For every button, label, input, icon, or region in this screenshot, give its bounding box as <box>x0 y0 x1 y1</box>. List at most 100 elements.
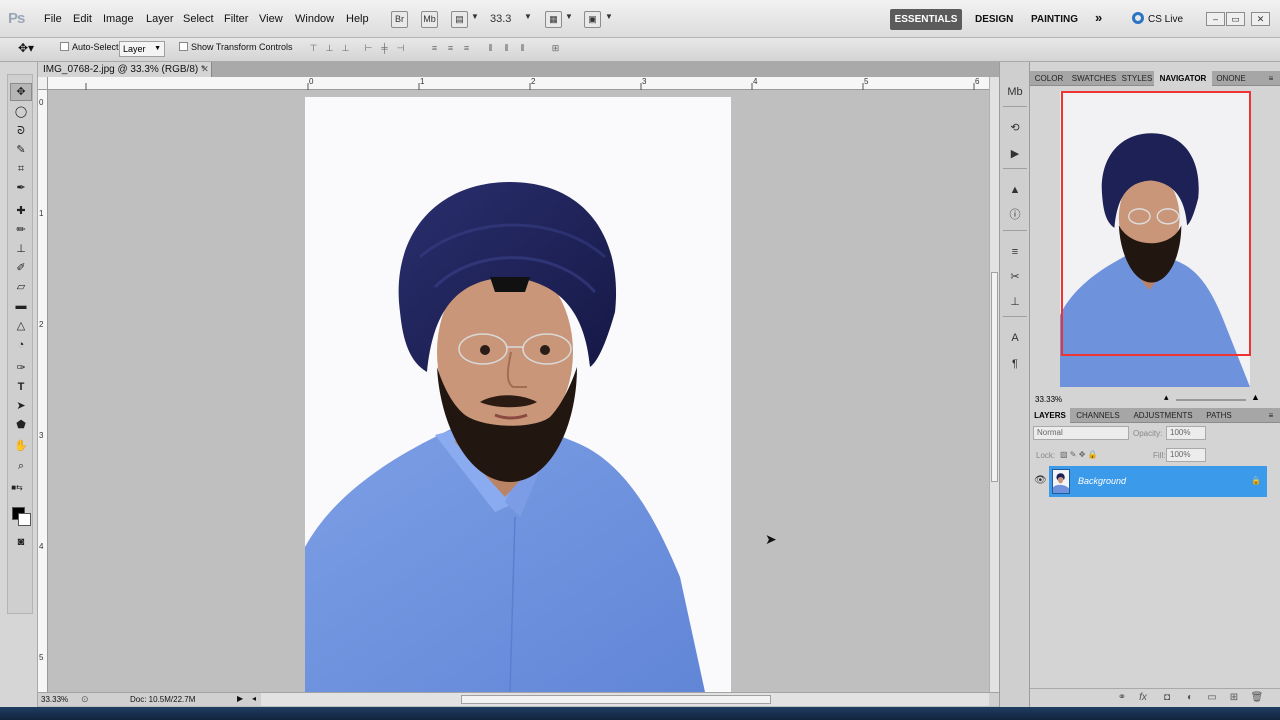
vertical-scrollbar[interactable] <box>989 77 999 692</box>
menu-view[interactable]: View <box>259 13 283 25</box>
status-menu-arrow-icon[interactable]: ▶ <box>237 694 243 703</box>
zoom-out-icon[interactable]: ▴ <box>1164 392 1169 403</box>
lock-icons[interactable]: ▨ ✎ ✥ 🔒 <box>1060 450 1098 459</box>
healing-brush-icon[interactable]: ✚ <box>14 204 28 218</box>
gradient-tool-icon[interactable]: ▬ <box>14 299 28 313</box>
new-group-icon[interactable]: ▭ <box>1205 692 1219 704</box>
clone-source-icon[interactable]: ⊥ <box>1006 294 1024 310</box>
paragraph-icon[interactable]: ¶ <box>1006 356 1024 372</box>
tab-layers[interactable]: LAYERS <box>1030 408 1070 423</box>
status-options-icon[interactable]: ⊙ <box>81 694 89 705</box>
shape-tool-icon[interactable]: ⬟ <box>14 418 28 432</box>
pen-tool-icon[interactable]: ✑ <box>14 361 28 375</box>
character-icon[interactable]: A <box>1006 330 1024 346</box>
history-icon[interactable]: ⟲ <box>1006 120 1024 136</box>
arrange-documents-icon[interactable]: ▦ <box>545 11 562 28</box>
adjustment-layer-icon[interactable]: ◐ <box>1183 692 1197 704</box>
auto-align-icon[interactable]: ⊞ <box>549 43 562 54</box>
image-canvas[interactable] <box>305 97 731 692</box>
align-right-icon[interactable]: ⊣ <box>394 43 407 54</box>
crop-tool-icon[interactable]: ⌗ <box>14 162 28 176</box>
screen-mode-icon[interactable]: ▣ <box>584 11 601 28</box>
eyedropper-tool-icon[interactable]: ✒ <box>14 181 28 195</box>
mini-bridge-button[interactable]: Mb <box>421 11 438 28</box>
navigator-zoom-slider[interactable] <box>1176 399 1246 401</box>
chevron-down-icon[interactable]: ▼ <box>524 12 532 21</box>
auto-select-checkbox[interactable]: Auto-Select: <box>60 42 121 52</box>
ruler-origin[interactable] <box>38 77 48 90</box>
minimize-button[interactable]: – <box>1206 12 1225 26</box>
tab-paths[interactable]: PATHS <box>1200 408 1238 423</box>
tab-color[interactable]: COLOR <box>1030 71 1068 86</box>
marquee-tool-icon[interactable]: ◯ <box>14 105 28 119</box>
distribute-vcenter-icon[interactable]: ≡ <box>444 43 457 54</box>
menu-edit[interactable]: Edit <box>73 13 92 25</box>
status-zoom[interactable]: 33.33% <box>41 695 68 704</box>
distribute-right-icon[interactable]: ⫴ <box>516 43 529 54</box>
menu-help[interactable]: Help <box>346 13 369 25</box>
default-colors-icon[interactable]: ■⇆ <box>10 481 24 495</box>
navigator-zoom[interactable]: 33.33% <box>1035 395 1062 404</box>
align-hcenter-icon[interactable]: ╪ <box>378 43 391 54</box>
vertical-scroll-thumb[interactable] <box>991 272 998 482</box>
distribute-hcenter-icon[interactable]: ⫴ <box>500 43 513 54</box>
align-top-icon[interactable]: ⊤ <box>307 43 320 54</box>
move-tool-preset-icon[interactable]: ✥▾ <box>18 41 34 55</box>
align-bottom-icon[interactable]: ⊥ <box>339 43 352 54</box>
maximize-button[interactable]: ▭ <box>1226 12 1245 26</box>
zoom-level-field[interactable]: 33.3 <box>490 11 524 28</box>
auto-select-dropdown[interactable]: Layer ▼ <box>119 41 165 57</box>
align-left-icon[interactable]: ⊢ <box>362 43 375 54</box>
menu-file[interactable]: File <box>44 13 62 25</box>
workspace-design-button[interactable]: DESIGN <box>975 14 1013 25</box>
more-workspaces-icon[interactable]: » <box>1095 10 1102 25</box>
bridge-button[interactable]: Br <box>391 11 408 28</box>
workspace-painting-button[interactable]: PAINTING <box>1031 14 1078 25</box>
delete-layer-icon[interactable]: 🗑 <box>1250 692 1264 704</box>
brush-tool-icon[interactable]: ✏ <box>14 223 28 237</box>
tab-navigator[interactable]: NAVIGATOR <box>1154 71 1212 86</box>
menu-window[interactable]: Window <box>295 13 334 25</box>
tab-styles[interactable]: STYLES <box>1120 71 1154 86</box>
new-layer-icon[interactable]: ⊞ <box>1227 692 1241 704</box>
path-select-icon[interactable]: ➤ <box>14 399 28 413</box>
show-transform-checkbox[interactable]: Show Transform Controls <box>179 42 293 52</box>
brush-presets-icon[interactable]: ≡ <box>1006 244 1024 260</box>
tab-swatches[interactable]: SWATCHES <box>1068 71 1120 86</box>
panel-menu-icon[interactable]: ≡ <box>1264 71 1278 86</box>
tab-adjustments[interactable]: ADJUSTMENTS <box>1126 408 1200 423</box>
brush-icon[interactable]: ✂ <box>1006 269 1024 285</box>
document-tab[interactable]: IMG_0768-2.jpg @ 33.3% (RGB/8) * ✕ <box>38 62 212 77</box>
layer-mask-icon[interactable]: ◘ <box>1160 692 1174 704</box>
tab-channels[interactable]: CHANNELS <box>1070 408 1126 423</box>
distribute-bottom-icon[interactable]: ≡ <box>460 43 473 54</box>
clone-stamp-icon[interactable]: ⊥ <box>14 242 28 256</box>
scroll-left-arrow-icon[interactable]: ◂ <box>252 694 256 703</box>
dodge-tool-icon[interactable]: ◔ <box>14 338 28 352</box>
blend-mode-dropdown[interactable]: Normal <box>1033 426 1129 440</box>
link-layers-icon[interactable]: ⚭ <box>1115 692 1129 704</box>
layer-row-background[interactable]: Background 🔒 <box>1049 466 1267 497</box>
menu-image[interactable]: Image <box>103 13 134 25</box>
horizontal-scroll-thumb[interactable] <box>461 695 771 704</box>
distribute-left-icon[interactable]: ⫴ <box>484 43 497 54</box>
mini-bridge-icon[interactable]: Mb <box>1006 84 1024 100</box>
info-icon[interactable]: ⓘ <box>1006 207 1024 223</box>
tab-onone[interactable]: ONONE <box>1212 71 1250 86</box>
chevron-down-icon[interactable]: ▼ <box>565 12 573 21</box>
workspace-essentials-button[interactable]: ESSENTIALS <box>890 9 962 30</box>
menu-layer[interactable]: Layer <box>146 13 174 25</box>
histogram-icon[interactable]: ▲ <box>1006 182 1024 198</box>
history-brush-icon[interactable]: ✐ <box>14 261 28 275</box>
type-tool-icon[interactable]: T <box>14 380 28 394</box>
horizontal-scrollbar[interactable] <box>261 692 989 706</box>
cs-live-button[interactable]: CS Live <box>1132 12 1183 25</box>
hand-tool-icon[interactable]: ✋ <box>14 439 28 453</box>
opacity-field[interactable]: 100% <box>1166 426 1206 440</box>
layer-name[interactable]: Background <box>1078 476 1126 486</box>
menu-select[interactable]: Select <box>183 13 214 25</box>
menu-filter[interactable]: Filter <box>224 13 248 25</box>
actions-icon[interactable]: ▶ <box>1006 146 1024 162</box>
navigator-view-box[interactable] <box>1061 91 1251 356</box>
zoom-tool-icon[interactable]: ⌕ <box>14 459 28 473</box>
